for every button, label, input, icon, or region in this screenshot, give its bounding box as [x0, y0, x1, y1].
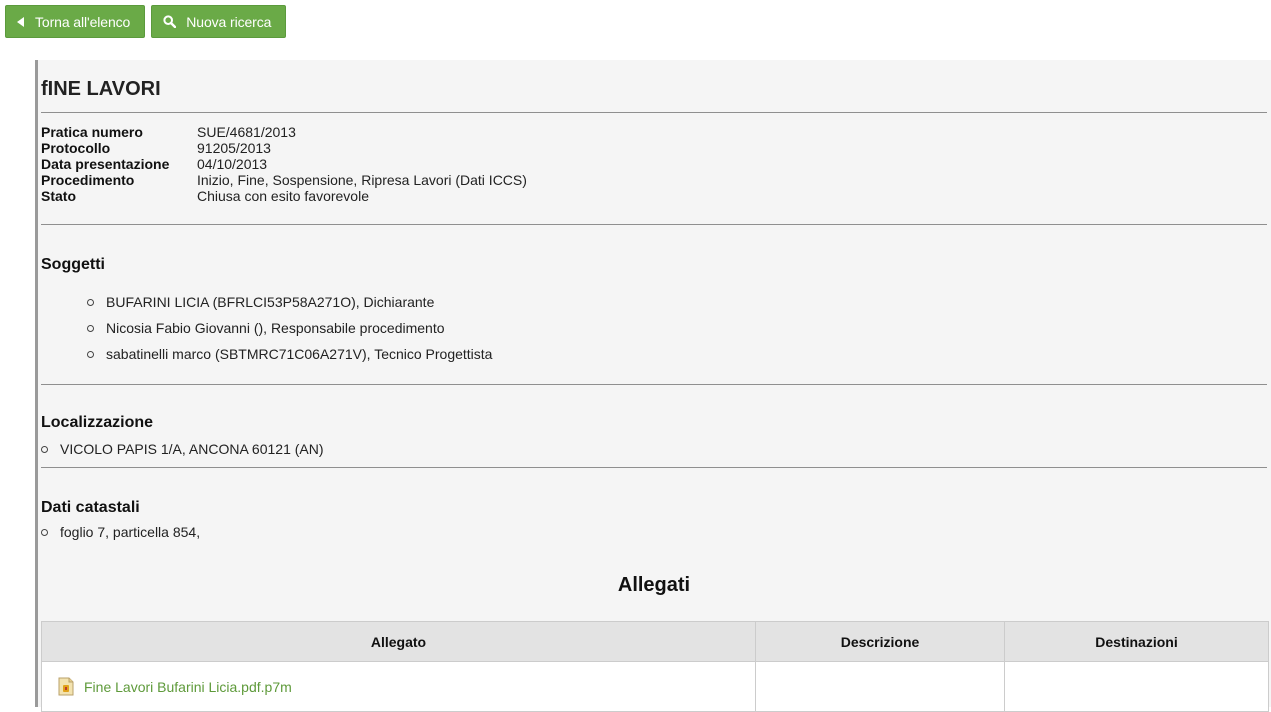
list-item: Nicosia Fabio Giovanni (), Responsabile …	[87, 315, 492, 341]
descrizione-cell	[755, 661, 1005, 712]
column-header-descrizione: Descrizione	[755, 621, 1005, 662]
bullet-icon	[41, 528, 48, 536]
address-text: VICOLO PAPIS 1/A, ANCONA 60121 (AN)	[60, 441, 324, 457]
info-label: Protocollo	[41, 140, 111, 156]
info-value: 04/10/2013	[197, 156, 268, 172]
practice-detail-panel: fINE LAVORI Pratica numero SUE/4681/2013…	[35, 60, 1271, 712]
back-to-list-label: Torna all'elenco	[35, 13, 131, 30]
dati-catastali-list: foglio 7, particella 854,	[41, 519, 200, 545]
attachment-link[interactable]: Fine Lavori Bufarini Licia.pdf.p7m	[42, 677, 755, 696]
soggetto-text: sabatinelli marco (SBTMRC71C06A271V), Te…	[106, 346, 493, 362]
info-value: SUE/4681/2013	[197, 124, 296, 140]
info-row-procedimento: Procedimento Inizio, Fine, Sospensione, …	[41, 172, 527, 188]
new-search-label: Nuova ricerca	[186, 13, 272, 30]
soggetti-heading: Soggetti	[41, 256, 105, 273]
allegati-heading: Allegati	[617, 574, 691, 596]
allegati-table: Allegato Descrizione Destinazioni Fine L…	[41, 621, 1269, 712]
column-header-destinazioni: Destinazioni	[1004, 621, 1269, 662]
info-label: Procedimento	[41, 172, 135, 188]
divider	[41, 384, 1267, 385]
divider	[41, 224, 1267, 225]
soggetto-text: BUFARINI LICIA (BFRLCI53P58A271O), Dichi…	[106, 294, 435, 310]
practice-info: Pratica numero SUE/4681/2013 Protocollo …	[41, 124, 527, 204]
list-item: foglio 7, particella 854,	[41, 519, 200, 545]
destinazioni-cell	[1004, 661, 1269, 712]
divider	[41, 112, 1267, 113]
soggetto-text: Nicosia Fabio Giovanni (), Responsabile …	[106, 320, 445, 336]
bullet-icon	[87, 350, 94, 358]
table-header-row: Allegato Descrizione Destinazioni	[41, 621, 1269, 662]
info-label: Data presentazione	[41, 156, 170, 172]
divider	[41, 467, 1267, 468]
attachment-filename: Fine Lavori Bufarini Licia.pdf.p7m	[84, 678, 292, 695]
list-item: BUFARINI LICIA (BFRLCI53P58A271O), Dichi…	[87, 289, 492, 315]
info-value: Chiusa con esito favorevole	[197, 188, 369, 204]
triangle-left-icon	[17, 16, 24, 27]
allegato-cell: Fine Lavori Bufarini Licia.pdf.p7m	[41, 661, 756, 712]
info-row-data-presentazione: Data presentazione 04/10/2013	[41, 156, 527, 172]
info-row-pratica-numero: Pratica numero SUE/4681/2013	[41, 124, 527, 140]
localizzazione-heading: Localizzazione	[41, 414, 154, 431]
page-title: fINE LAVORI	[41, 78, 161, 100]
soggetti-list: BUFARINI LICIA (BFRLCI53P58A271O), Dichi…	[87, 289, 492, 367]
info-row-stato: Stato Chiusa con esito favorevole	[41, 188, 527, 204]
back-to-list-button[interactable]: Torna all'elenco	[5, 5, 146, 38]
localizzazione-list: VICOLO PAPIS 1/A, ANCONA 60121 (AN)	[41, 436, 324, 462]
bullet-icon	[87, 324, 94, 332]
list-item: sabatinelli marco (SBTMRC71C06A271V), Te…	[87, 341, 492, 367]
info-label: Stato	[41, 188, 76, 204]
info-value: 91205/2013	[197, 140, 271, 156]
info-label: Pratica numero	[41, 124, 143, 140]
catastale-text: foglio 7, particella 854,	[60, 524, 201, 540]
column-header-allegato: Allegato	[41, 621, 756, 662]
dati-catastali-heading: Dati catastali	[41, 499, 140, 516]
info-row-protocollo: Protocollo 91205/2013	[41, 140, 527, 156]
info-value: Inizio, Fine, Sospensione, Ripresa Lavor…	[197, 172, 527, 188]
search-icon	[163, 15, 177, 28]
toolbar: Torna all'elenco Nuova ricerca	[5, 5, 287, 38]
bullet-icon	[87, 298, 94, 306]
bullet-icon	[41, 445, 48, 453]
signed-file-icon	[58, 677, 74, 696]
new-search-button[interactable]: Nuova ricerca	[151, 5, 287, 38]
list-item: VICOLO PAPIS 1/A, ANCONA 60121 (AN)	[41, 436, 324, 462]
table-row: Fine Lavori Bufarini Licia.pdf.p7m	[41, 661, 1269, 712]
